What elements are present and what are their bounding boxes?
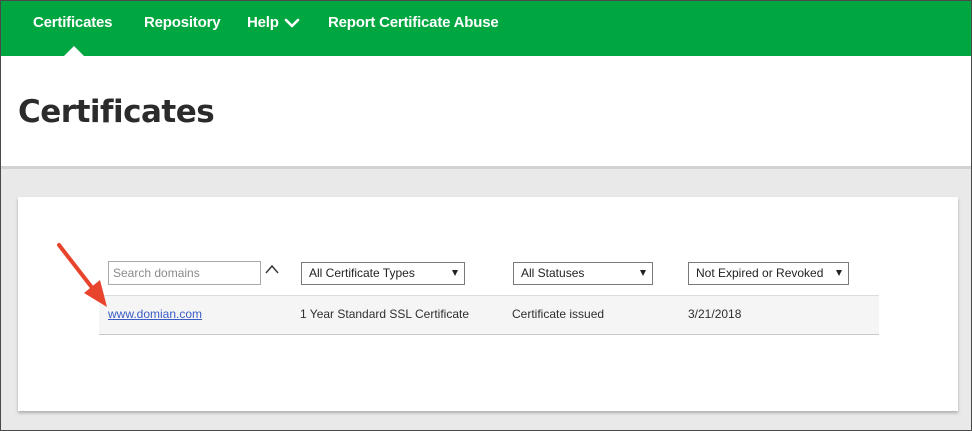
expiry-value: Not Expired or Revoked	[696, 266, 824, 280]
nav-help[interactable]: Help	[247, 13, 303, 33]
certificate-type-value: All Certificate Types	[309, 266, 415, 280]
domain-link[interactable]: www.domian.com	[108, 307, 202, 321]
status-value: All Statuses	[521, 266, 585, 280]
app-window: Certificates Repository Help Report Cert…	[0, 0, 972, 431]
status-select[interactable]: All Statuses	[513, 262, 653, 285]
table-row: www.domian.com 1 Year Standard SSL Certi…	[99, 295, 879, 335]
date-cell: 3/21/2018	[688, 307, 742, 321]
certificates-panel: All Certificate Types All Statuses Not E…	[18, 197, 958, 411]
status-cell: Certificate issued	[512, 307, 605, 321]
page-title: Certificates	[18, 94, 215, 130]
nav-certificates[interactable]: Certificates	[33, 13, 113, 33]
search-domains-input[interactable]	[108, 261, 261, 285]
page-header: Certificates	[1, 56, 971, 169]
top-navigation: Certificates Repository Help Report Cert…	[1, 1, 971, 56]
active-tab-indicator	[64, 46, 84, 56]
nav-help-label: Help	[247, 14, 279, 31]
certificate-type-select[interactable]: All Certificate Types	[301, 262, 465, 285]
dropdown-arrow-icon	[640, 270, 646, 276]
certificate-type-cell: 1 Year Standard SSL Certificate	[300, 307, 469, 321]
nav-report-abuse[interactable]: Report Certificate Abuse	[328, 13, 499, 33]
chevron-up-icon[interactable]	[264, 263, 280, 275]
dropdown-arrow-icon	[836, 270, 842, 276]
nav-repository[interactable]: Repository	[144, 13, 221, 33]
chevron-down-icon	[284, 18, 300, 28]
dropdown-arrow-icon	[452, 270, 458, 276]
expiry-select[interactable]: Not Expired or Revoked	[688, 262, 849, 285]
